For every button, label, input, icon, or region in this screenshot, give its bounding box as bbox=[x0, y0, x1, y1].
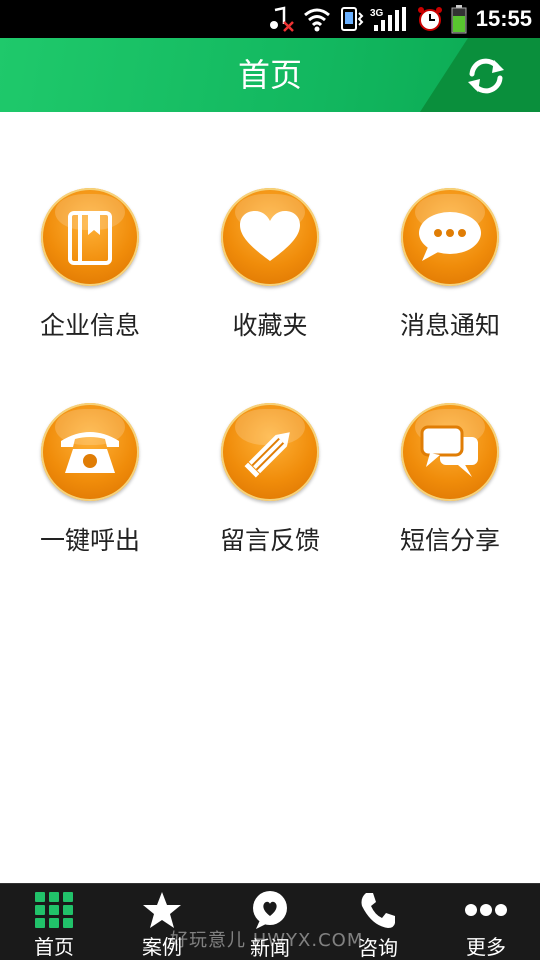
nav-label: 更多 bbox=[466, 935, 506, 959]
grid-item-label: 短信分享 bbox=[399, 526, 500, 555]
grid-item-one-touch-call[interactable]: 一键呼出 bbox=[0, 403, 180, 557]
status-time: 15:55 bbox=[475, 6, 532, 31]
nav-label: 首页 bbox=[34, 935, 74, 959]
grid-item-favorites[interactable]: 收藏夹 bbox=[180, 188, 360, 342]
app-header: 首页 bbox=[0, 38, 540, 112]
telephone-icon bbox=[41, 403, 139, 501]
vibrate-icon bbox=[338, 4, 364, 34]
grid-item-label: 一键呼出 bbox=[39, 526, 140, 555]
refresh-button[interactable] bbox=[464, 54, 508, 98]
grid-item-notifications[interactable]: 消息通知 bbox=[360, 188, 540, 342]
status-bar: 3G 15:55 bbox=[0, 0, 540, 38]
nav-item-home[interactable]: 首页 bbox=[0, 884, 108, 960]
news-bubble-icon bbox=[250, 890, 290, 930]
grid-item-label: 留言反馈 bbox=[219, 526, 320, 555]
phone-icon bbox=[358, 890, 398, 930]
grid-icon bbox=[34, 890, 74, 929]
grid-item-label: 消息通知 bbox=[399, 311, 500, 340]
grid-item-label: 企业信息 bbox=[39, 311, 140, 340]
chat-bubble-icon bbox=[401, 188, 499, 286]
grid-item-company-info[interactable]: 企业信息 bbox=[0, 188, 180, 342]
star-icon bbox=[142, 890, 182, 929]
refresh-icon bbox=[468, 58, 504, 94]
battery-icon bbox=[450, 4, 468, 34]
svg-text:3G: 3G bbox=[370, 8, 384, 19]
pencil-icon bbox=[221, 403, 319, 501]
signal-3g-icon: 3G bbox=[370, 4, 410, 34]
more-icon bbox=[464, 890, 508, 929]
nav-label: 咨询 bbox=[358, 936, 398, 960]
alarm-icon bbox=[416, 4, 444, 34]
nav-item-more[interactable]: 更多 bbox=[432, 884, 540, 960]
grid-item-label: 收藏夹 bbox=[232, 311, 308, 340]
grid-item-sms-share[interactable]: 短信分享 bbox=[360, 403, 540, 557]
page-title: 首页 bbox=[237, 56, 302, 94]
wifi-icon bbox=[302, 4, 332, 34]
notebook-icon bbox=[41, 188, 139, 286]
status-icons: 3G 15:55 bbox=[266, 0, 532, 38]
grid-item-feedback[interactable]: 留言反馈 bbox=[180, 403, 360, 557]
heart-icon bbox=[221, 188, 319, 286]
watermark-text: 好玩意儿 HWYX.COM bbox=[170, 930, 364, 951]
music-muted-icon bbox=[266, 4, 296, 34]
messages-icon bbox=[401, 403, 499, 501]
